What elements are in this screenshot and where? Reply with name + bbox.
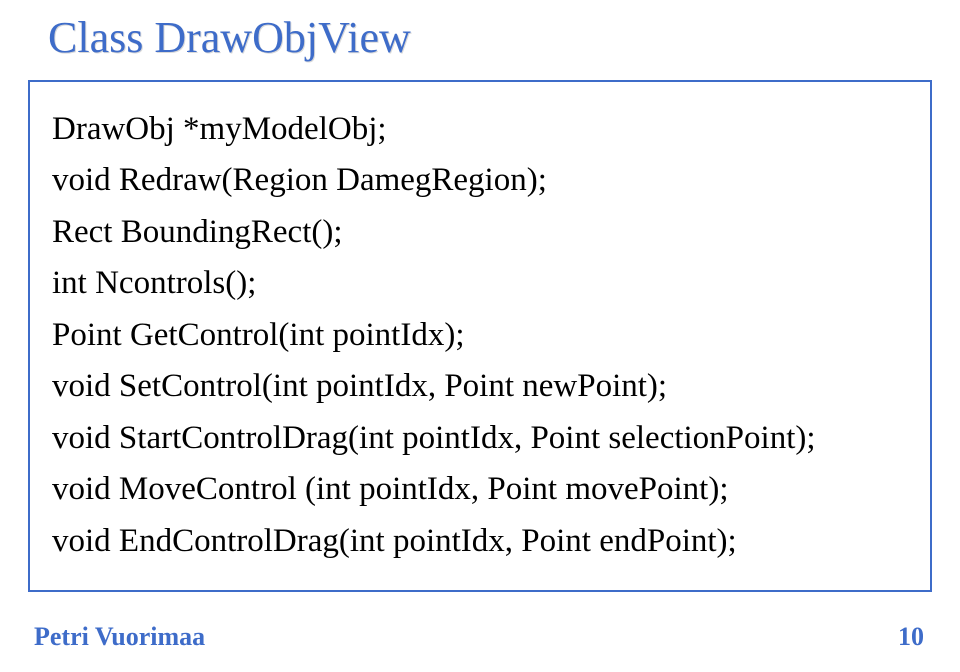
slide-title: Class DrawObjView [48, 12, 411, 63]
code-line: DrawObj *myModelObj; [52, 104, 912, 155]
content-box: DrawObj *myModelObj; void Redraw(Region … [28, 80, 932, 592]
code-line: void MoveControl (int pointIdx, Point mo… [52, 464, 912, 515]
code-line: Point GetControl(int pointIdx); [52, 310, 912, 361]
code-line: int Ncontrols(); [52, 258, 912, 309]
code-line: void SetControl(int pointIdx, Point newP… [52, 361, 912, 412]
code-line: void Redraw(Region DamegRegion); [52, 155, 912, 206]
slide: Class DrawObjView DrawObj *myModelObj; v… [0, 0, 960, 672]
code-line: Rect BoundingRect(); [52, 207, 912, 258]
code-line: void StartControlDrag(int pointIdx, Poin… [52, 413, 912, 464]
footer-page-number: 10 [898, 622, 924, 652]
footer-author: Petri Vuorimaa [34, 622, 205, 652]
code-line: void EndControlDrag(int pointIdx, Point … [52, 516, 912, 567]
